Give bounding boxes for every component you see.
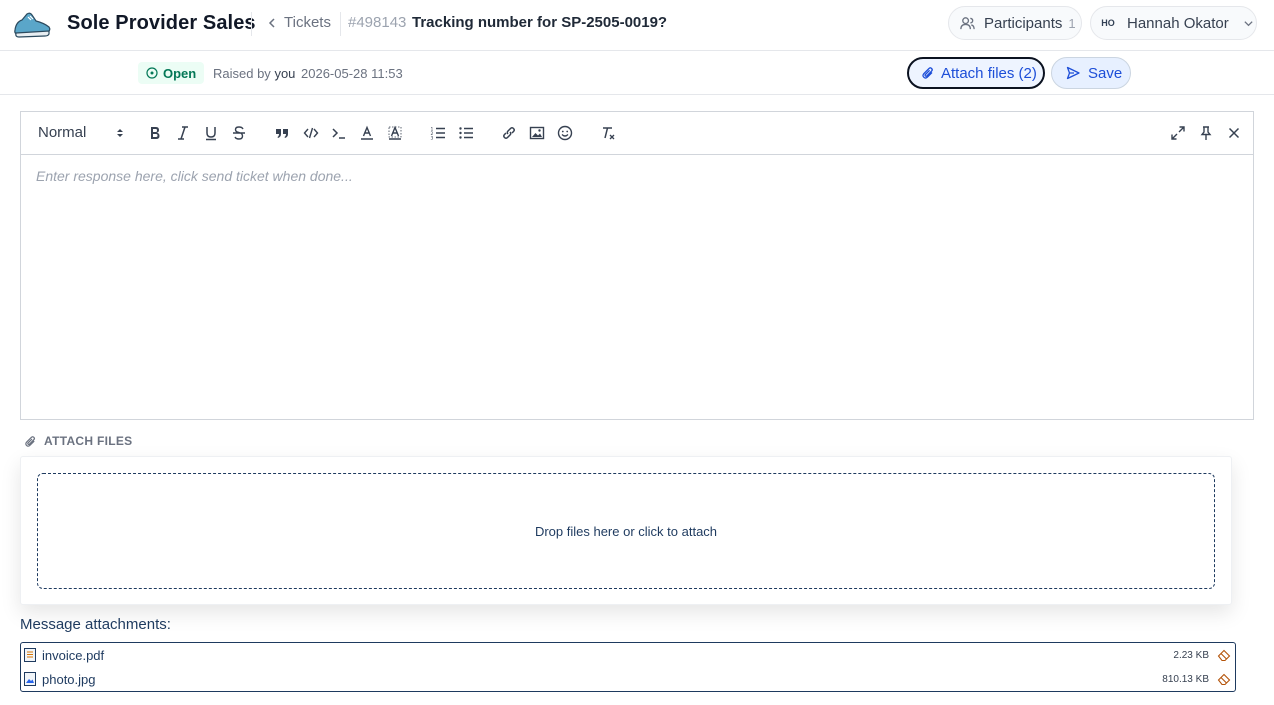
eraser-icon[interactable] <box>1217 648 1231 662</box>
attachment-list: invoice.pdf 2.23 KB photo.jpg 810.13 KB <box>20 642 1236 692</box>
format-value: Normal <box>38 124 87 141</box>
italic-icon[interactable] <box>173 123 193 143</box>
response-editor: Normal 123 Enter response here, click se… <box>20 111 1254 420</box>
users-icon <box>960 16 975 29</box>
ticket-id: #498143 <box>348 14 407 31</box>
message-attachments-label: Message attachments: <box>20 616 171 633</box>
raised-by-text: Raised by you <box>213 66 295 81</box>
paperclip-icon <box>922 67 933 79</box>
strikethrough-icon[interactable] <box>229 123 249 143</box>
top-header: Sole Provider Sales Tickets #498143 Trac… <box>0 0 1274 51</box>
bold-icon[interactable] <box>145 123 165 143</box>
attachment-row: photo.jpg 810.13 KB <box>21 667 1235 691</box>
attachment-name[interactable]: photo.jpg <box>42 672 96 687</box>
avatar: HO <box>1101 18 1115 28</box>
attach-files-heading-label: ATTACH FILES <box>44 434 133 448</box>
drop-zone-label: Drop files here or click to attach <box>534 523 718 539</box>
bullet-list-icon[interactable] <box>456 123 476 143</box>
format-select[interactable]: Normal <box>38 124 124 141</box>
eraser-icon[interactable] <box>1217 672 1231 686</box>
save-label: Save <box>1088 64 1123 82</box>
user-menu-button[interactable]: HO Hannah Okator <box>1090 6 1257 40</box>
header-divider <box>251 12 252 36</box>
status-circle-icon <box>146 67 158 79</box>
link-icon[interactable] <box>499 123 519 143</box>
attach-files-heading: ATTACH FILES <box>24 434 132 448</box>
user-name: Hannah Okator <box>1127 14 1229 32</box>
chevron-down-icon <box>1244 20 1253 26</box>
participants-label: Participants <box>984 14 1063 32</box>
send-icon <box>1066 66 1080 80</box>
back-label: Tickets <box>284 14 331 31</box>
sneaker-logo-icon[interactable] <box>12 8 52 40</box>
underline-icon[interactable] <box>201 123 221 143</box>
status-badge: Open <box>138 62 205 84</box>
attach-panel: Drop files here or click to attach <box>20 456 1232 605</box>
ticket-subheader: Open Raised by you 2026-05-28 11:53 Atta… <box>0 51 1274 95</box>
blockquote-icon[interactable] <box>272 123 292 143</box>
raised-prefix: Raised by <box>213 66 271 81</box>
attach-files-button[interactable]: Attach files (2) <box>907 57 1045 89</box>
raised-by-user: you <box>274 66 296 81</box>
save-button[interactable]: Save <box>1051 57 1131 89</box>
image-file-icon <box>24 672 36 686</box>
clear-format-icon[interactable] <box>598 123 618 143</box>
expand-icon[interactable] <box>1168 123 1188 143</box>
attachment-name[interactable]: invoice.pdf <box>42 648 104 663</box>
editor-toolbar: Normal 123 <box>21 112 1253 155</box>
ordered-list-icon[interactable]: 123 <box>428 123 448 143</box>
code-icon[interactable] <box>301 123 321 143</box>
raised-date: 2026-05-28 11:53 <box>301 66 403 81</box>
file-drop-zone[interactable]: Drop files here or click to attach <box>37 473 1215 589</box>
code-block-icon[interactable] <box>329 123 349 143</box>
emoji-icon[interactable] <box>555 123 575 143</box>
app-title: Sole Provider Sales <box>67 12 256 34</box>
attachment-row: invoice.pdf 2.23 KB <box>21 643 1235 667</box>
status-label: Open <box>163 65 197 81</box>
ticket-title: Tracking number for SP-2505-0019? <box>412 14 668 31</box>
pdf-file-icon <box>24 648 36 662</box>
select-arrows-icon <box>117 128 123 137</box>
pin-icon[interactable] <box>1196 123 1216 143</box>
back-to-tickets-link[interactable]: Tickets <box>266 14 331 31</box>
participants-button[interactable]: Participants 1 <box>948 6 1082 40</box>
highlight-color-icon[interactable] <box>385 123 405 143</box>
close-icon[interactable] <box>1224 123 1244 143</box>
text-color-icon[interactable] <box>357 123 377 143</box>
paperclip-icon <box>25 435 36 447</box>
attachment-size: 810.13 KB <box>1162 673 1209 685</box>
image-icon[interactable] <box>527 123 547 143</box>
chevron-left-icon <box>268 17 275 28</box>
response-textarea[interactable]: Enter response here, click send ticket w… <box>21 155 1253 419</box>
attachment-size: 2.23 KB <box>1173 649 1209 661</box>
attach-files-label: Attach files (2) <box>941 64 1037 82</box>
participants-count: 1 <box>1068 15 1076 31</box>
svg-text:3: 3 <box>431 136 434 142</box>
breadcrumb-divider <box>340 12 341 36</box>
